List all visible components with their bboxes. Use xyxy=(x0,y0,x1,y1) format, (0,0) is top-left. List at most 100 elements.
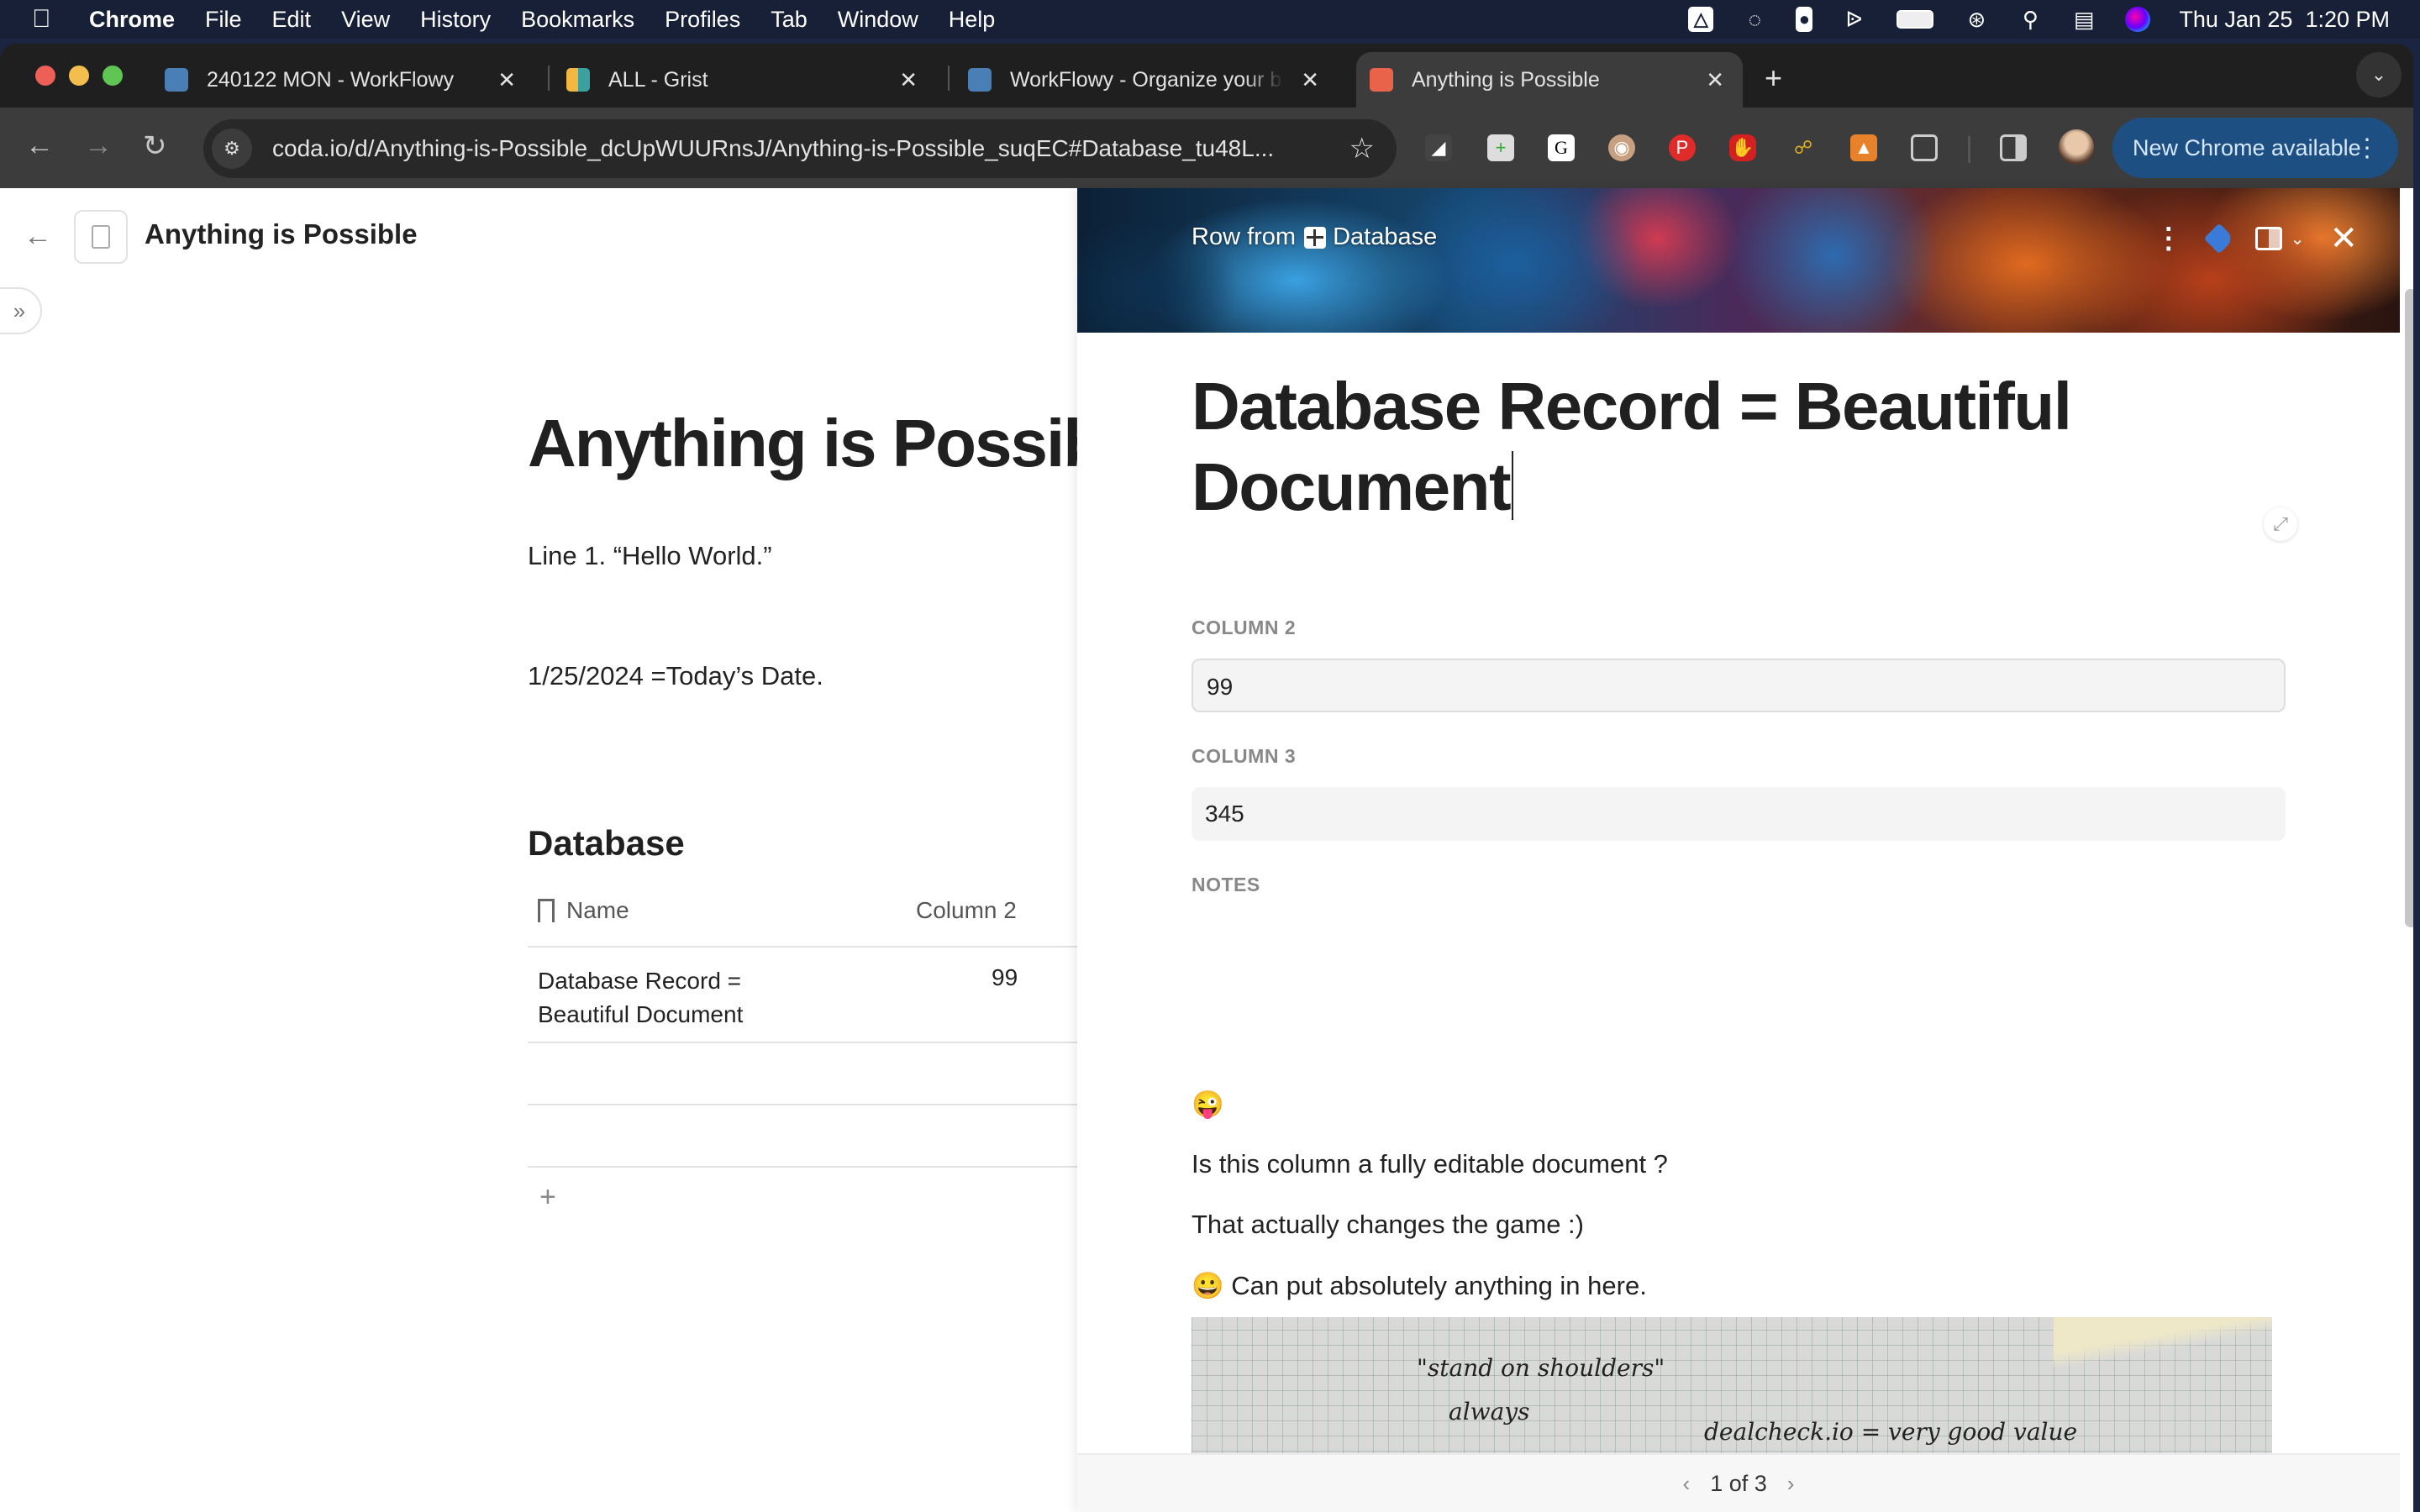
add-row-button[interactable]: + xyxy=(539,1181,556,1214)
note-line[interactable]: Is this column a fully editable document… xyxy=(1192,1149,1668,1179)
menu-edit[interactable]: Edit xyxy=(272,7,312,33)
menubar-clock[interactable]: Thu Jan 25 1:20 PM xyxy=(2179,7,2390,33)
record-title[interactable]: Database Record = Beautiful Document xyxy=(1192,366,2250,528)
column-3-field[interactable]: 345 xyxy=(1192,787,2286,841)
field-label-notes: NOTES xyxy=(1192,874,1260,895)
link-extension-icon[interactable]: ☍ xyxy=(1790,134,1817,161)
tab-separator xyxy=(948,66,950,91)
address-bar[interactable]: ⚙ coda.io/d/Anything-is-Possible_dcUpWUU… xyxy=(203,119,1397,178)
photo-corner xyxy=(2054,1317,2272,1368)
extension-a-icon[interactable]: ◢ xyxy=(1425,134,1452,161)
phone-icon[interactable]: ● xyxy=(1796,7,1813,32)
menu-bookmarks[interactable]: Bookmarks xyxy=(521,7,634,33)
section-title-database[interactable]: Database xyxy=(528,823,685,864)
metamask-icon[interactable]: ▲ xyxy=(1850,134,1877,161)
coda-favicon-icon xyxy=(1370,68,1393,92)
wifi-icon[interactable]: ⊛ xyxy=(1964,7,1989,32)
new-chrome-available-button[interactable]: New Chrome available ⋮ xyxy=(2112,118,2398,178)
tab-close-icon[interactable]: ✕ xyxy=(497,67,516,93)
spotlight-icon[interactable]: ⚲ xyxy=(2018,7,2043,32)
tab-workflowy-daily[interactable]: 240122 MON - WorkFlowy ✕ xyxy=(165,52,534,108)
tab-close-icon[interactable]: ✕ xyxy=(1301,67,1319,93)
doc-line-2[interactable]: 1/25/2024 =Today’s Date. xyxy=(528,661,823,691)
extensions-puzzle-icon[interactable] xyxy=(1911,134,1938,161)
new-tab-button[interactable]: + xyxy=(1765,60,1782,96)
source-table-link[interactable]: Database xyxy=(1333,223,1437,251)
window-zoom-button[interactable] xyxy=(103,66,123,86)
tab-separator xyxy=(548,66,550,91)
note-emoji-wink[interactable]: 😜 xyxy=(1192,1089,1224,1120)
cell-name[interactable]: Database Record = Beautiful Document xyxy=(538,964,773,1032)
extension-b-icon[interactable]: + xyxy=(1487,134,1514,161)
menu-profiles[interactable]: Profiles xyxy=(665,7,740,33)
tab-close-icon[interactable]: ✕ xyxy=(899,67,918,93)
chrome-menu-icon[interactable]: ⋮ xyxy=(2354,134,2380,163)
doc-line-1[interactable]: Line 1. “Hello World.” xyxy=(528,541,772,571)
tab-title: WorkFlowy - Organize your brain xyxy=(1010,67,1284,92)
siri-icon[interactable] xyxy=(2125,7,2151,32)
doc-icon-button[interactable] xyxy=(74,210,128,264)
previous-record-button[interactable]: ‹ xyxy=(1683,1471,1691,1497)
close-panel-icon[interactable]: ✕ xyxy=(2329,222,2358,255)
menu-help[interactable]: Help xyxy=(949,7,996,33)
forward-button[interactable]: → xyxy=(84,129,113,162)
more-options-icon[interactable]: ⋮ xyxy=(2154,224,2183,253)
profile-avatar[interactable] xyxy=(2059,129,2094,165)
workflowy-favicon-icon xyxy=(968,68,992,92)
expand-icon[interactable]: ⤢ xyxy=(2264,507,2297,541)
reload-button[interactable]: ↻ xyxy=(143,129,167,163)
table-row-empty[interactable] xyxy=(528,1043,1082,1105)
battery-icon[interactable] xyxy=(1895,7,1935,32)
expand-sidebar-button[interactable]: » xyxy=(0,287,42,334)
layout-toggle-icon[interactable] xyxy=(2254,227,2282,250)
column-2-field[interactable]: 99 xyxy=(1192,659,2286,712)
table-header: Name Column 2 xyxy=(528,879,1082,948)
panel-scrollbar[interactable] xyxy=(2405,289,2413,927)
menu-tab[interactable]: Tab xyxy=(771,7,808,33)
note-line[interactable]: 😀 Can put absolutely anything in here. xyxy=(1192,1270,1647,1301)
table-row[interactable]: Database Record = Beautiful Document 99 xyxy=(528,948,1082,1043)
glasses-extension-icon[interactable]: ◉ xyxy=(1608,134,1635,161)
window-minimize-button[interactable] xyxy=(69,66,89,86)
bluetooth-icon[interactable]: ᐉ xyxy=(1841,7,1866,32)
update-label: New Chrome available xyxy=(2133,134,2361,160)
back-arrow-icon[interactable]: ← xyxy=(24,220,52,253)
workflowy-favicon-icon xyxy=(165,68,188,92)
bookmark-star-icon[interactable]: ☆ xyxy=(1349,132,1375,165)
drive-icon[interactable]: △ xyxy=(1688,7,1714,32)
grammarly-g-icon[interactable]: G xyxy=(1548,134,1575,161)
column-header-label: Name xyxy=(566,897,629,923)
column-header-name[interactable]: Name xyxy=(538,897,629,924)
menu-window[interactable]: Window xyxy=(838,7,918,33)
page-title[interactable]: Anything is Possible xyxy=(528,405,1082,482)
window-close-button[interactable] xyxy=(35,66,55,86)
tab-search-button[interactable]: ⌄ xyxy=(2356,52,2402,97)
control-center-icon[interactable]: ▤ xyxy=(2071,7,2096,32)
record-title-text[interactable]: Database Record = Beautiful Document xyxy=(1192,369,2072,524)
site-info-icon[interactable]: ⚙ xyxy=(212,129,252,169)
back-button[interactable]: ← xyxy=(25,129,54,162)
menu-view[interactable]: View xyxy=(341,7,390,33)
next-record-button[interactable]: › xyxy=(1787,1471,1795,1497)
side-panel-icon[interactable] xyxy=(2000,134,2027,161)
tab-workflowy-home[interactable]: WorkFlowy - Organize your brain ✕ xyxy=(968,52,1338,108)
adblock-icon[interactable]: ✋ xyxy=(1729,134,1756,161)
chevron-down-icon[interactable]: ⌄ xyxy=(2291,228,2305,249)
tab-close-icon[interactable]: ✕ xyxy=(1706,67,1724,93)
photo-handwriting: "stand on shoulders" xyxy=(1417,1354,1665,1382)
menu-file[interactable]: File xyxy=(205,7,242,33)
doc-header-title[interactable]: Anything is Possible xyxy=(145,218,418,250)
pin-icon[interactable] xyxy=(2203,223,2235,255)
apple-menu-icon[interactable]:  xyxy=(32,5,55,34)
url-text[interactable]: coda.io/d/Anything-is-Possible_dcUpWUURn… xyxy=(272,135,1339,162)
pinterest-icon[interactable]: P xyxy=(1669,134,1696,161)
note-line[interactable]: That actually changes the game :) xyxy=(1192,1210,1584,1240)
table-row-empty[interactable] xyxy=(528,1105,1082,1168)
tab-anything-is-possible[interactable]: Anything is Possible ✕ xyxy=(1356,52,1743,108)
cell-column-2[interactable]: 99 xyxy=(992,964,1018,991)
sync-icon[interactable]: ◌ xyxy=(1742,7,1767,32)
menu-app-chrome[interactable]: Chrome xyxy=(89,7,175,33)
menu-history[interactable]: History xyxy=(420,7,491,33)
column-header-column-2[interactable]: Column 2 xyxy=(916,897,1017,924)
tab-grist[interactable]: ALL - Grist ✕ xyxy=(566,52,936,108)
